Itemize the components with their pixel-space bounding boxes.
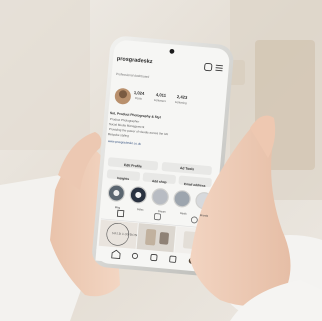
profile-username: prosgradeskz (116, 56, 153, 66)
highlight-reels-label: Reels (179, 212, 187, 216)
edit-profile-label[interactable]: Edit Profile (124, 163, 142, 169)
stat-following-label[interactable]: Following (175, 100, 187, 105)
bio-line-4: Bespoke styling (107, 132, 130, 138)
ad-tools-label[interactable]: Ad Tools (180, 166, 195, 172)
profile-link[interactable]: www.prosgradeskz.co.uk (108, 139, 141, 146)
add-shop-label[interactable]: Add shop (152, 179, 167, 184)
insights-label[interactable]: Insights (117, 176, 130, 181)
stat-followers-label[interactable]: Followers (154, 98, 166, 103)
highlight-blog-label: Blog (114, 206, 121, 210)
email-address-label[interactable]: Email address (184, 182, 206, 188)
profile-category: Professional dashboard (115, 72, 150, 79)
highlight-sales-label: Sales (136, 208, 144, 212)
stat-posts-label: Posts (134, 96, 143, 101)
highlight-dream-label: Dream (157, 210, 166, 214)
phone-screen-content: prosgradeskz Professional dashboard 1,02… (0, 0, 322, 321)
highlight-brands-label: Brands (199, 214, 209, 218)
post-tile-1-text: SOLD LONDON (111, 231, 138, 238)
